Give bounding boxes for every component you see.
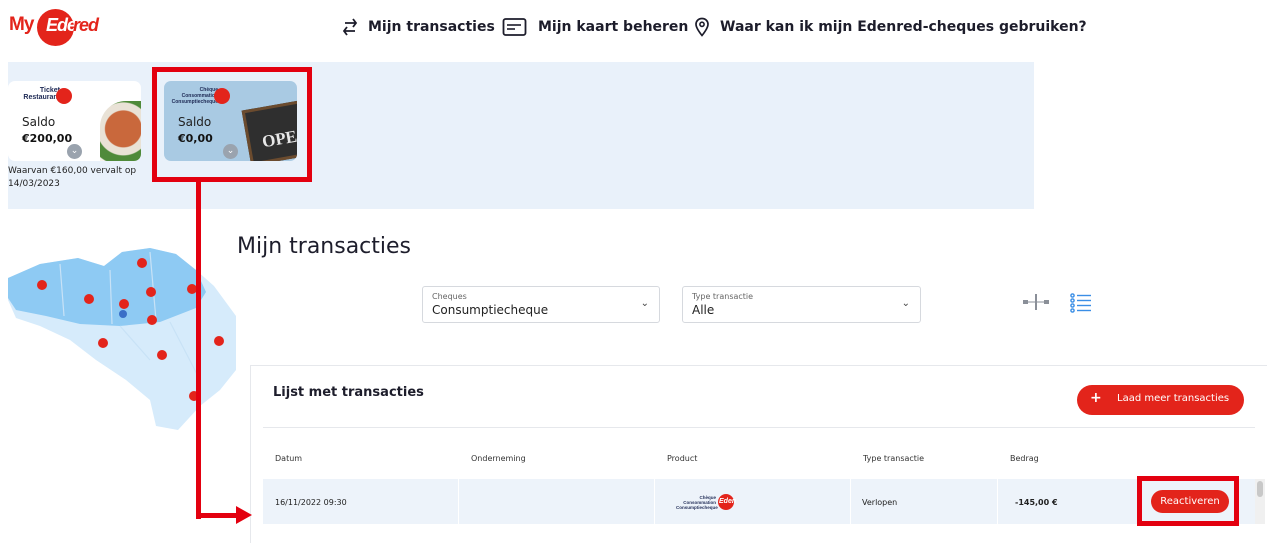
- list-view-icon[interactable]: [1070, 293, 1092, 313]
- cell-type: Verlopen: [862, 498, 898, 507]
- expiry-note: Waarvan €160,00 vervalt op 14/03/2023: [8, 166, 137, 189]
- cell-divider: [458, 479, 459, 524]
- cell-divider: [850, 479, 851, 524]
- timeline-view-icon[interactable]: [1022, 293, 1052, 311]
- card-icon: [502, 18, 527, 36]
- product-logo: Chèque Consommation Consumptiecheque Ede…: [676, 493, 748, 511]
- select-label: Cheques: [432, 292, 467, 301]
- nav-mijn-transacties[interactable]: Mijn transacties: [342, 14, 495, 40]
- saldo-label: Saldo: [22, 115, 56, 129]
- cell-datum: 16/11/2022 09:30: [275, 498, 347, 507]
- cell-divider: [654, 479, 655, 524]
- nav-label: Mijn transacties: [368, 19, 495, 35]
- column-header-product[interactable]: Product: [667, 454, 697, 463]
- chevron-down-icon[interactable]: ⌄: [67, 144, 82, 159]
- column-header-datum[interactable]: Datum: [275, 454, 302, 463]
- highlight-box-card: [152, 67, 312, 182]
- product-logo-text: Chèque Consommation Consumptiecheque: [676, 495, 718, 510]
- cell-bedrag: -145,00 €: [1015, 498, 1058, 507]
- nav-label: Waar kan ik mijn Edenred-cheques gebruik…: [720, 19, 1087, 35]
- myedenred-logo[interactable]: My Eden red: [9, 8, 109, 46]
- logo-my: My: [9, 14, 34, 35]
- chevron-down-icon: ⌄: [901, 298, 910, 309]
- select-value: Consumptiecheque: [432, 303, 549, 317]
- product-logo-wordmark: Eden: [719, 498, 737, 505]
- divider: [263, 427, 1255, 428]
- load-more-button[interactable]: + Laad meer transacties: [1077, 385, 1244, 415]
- location-pin-icon: [695, 17, 709, 37]
- scrollbar-thumb[interactable]: [1257, 481, 1263, 497]
- annotation-arrow-vertical: [196, 182, 201, 519]
- type-transactie-select[interactable]: Type transactie Alle ⌄: [682, 286, 921, 323]
- edenred-dot-icon: [56, 88, 72, 104]
- column-header-bedrag[interactable]: Bedrag: [1010, 454, 1039, 463]
- nav-label: Mijn kaart beheren: [538, 19, 689, 35]
- nav-waar-gebruiken[interactable]: Waar kan ik mijn Edenred-cheques gebruik…: [694, 14, 1087, 40]
- saldo-value: €200,00: [22, 132, 73, 145]
- select-label: Type transactie: [692, 292, 754, 301]
- arrow-right-icon: [236, 506, 252, 524]
- cell-divider: [997, 479, 998, 524]
- column-header-onderneming[interactable]: Onderneming: [471, 454, 526, 463]
- nav-mijn-kaart-beheren[interactable]: Mijn kaart beheren: [502, 14, 688, 40]
- chevron-down-icon: ⌄: [640, 298, 649, 309]
- cheques-select[interactable]: Cheques Consumptiecheque ⌄: [422, 286, 660, 323]
- card-brand: Ticket Restaurant: [23, 87, 60, 101]
- food-photo: [100, 101, 141, 161]
- select-value: Alle: [692, 303, 715, 317]
- belgium-map[interactable]: [0, 230, 240, 430]
- plus-icon: +: [1090, 390, 1102, 406]
- load-more-label: Laad meer transacties: [1117, 393, 1230, 404]
- scrollbar[interactable]: [1255, 479, 1265, 524]
- logo-red: red: [73, 15, 99, 35]
- panel-title: Lijst met transacties: [273, 385, 424, 400]
- highlight-box-button: [1137, 476, 1239, 526]
- card-ticket-restaurant[interactable]: Ticket Restaurant Saldo €200,00 ⌄: [8, 81, 141, 161]
- table-row[interactable]: [263, 479, 1255, 524]
- column-header-type[interactable]: Type transactie: [863, 454, 924, 463]
- annotation-arrow-horizontal: [196, 513, 240, 518]
- swap-arrows-icon: [342, 18, 358, 36]
- page-title: Mijn transacties: [237, 234, 412, 259]
